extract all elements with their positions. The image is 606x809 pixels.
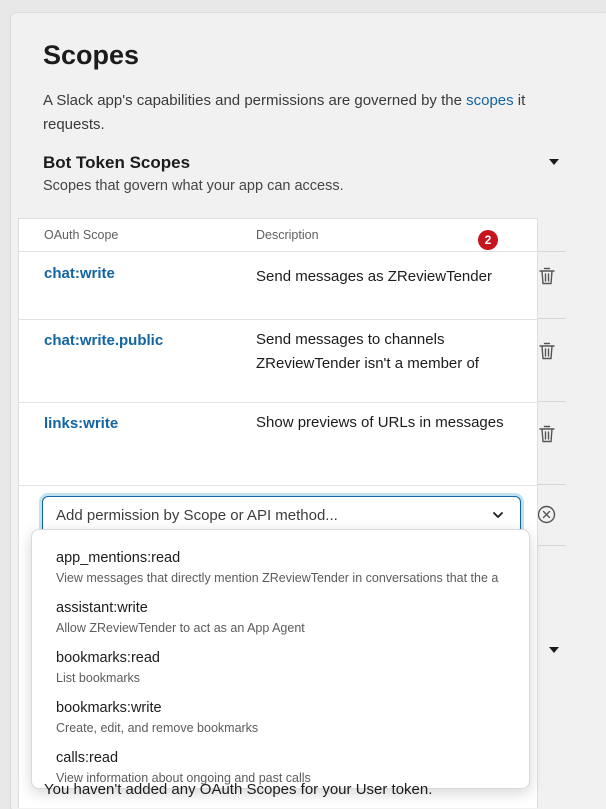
- user-scopes-empty-text: You haven't added any OAuth Scopes for y…: [44, 781, 433, 798]
- scope-option[interactable]: app_mentions:read View messages that dir…: [32, 530, 529, 585]
- step-badge: 2: [478, 230, 498, 250]
- intro-text: A Slack app's capabilities and permissio…: [43, 92, 467, 109]
- chevron-down-icon[interactable]: [492, 509, 504, 521]
- column-header-scope: OAuth Scope: [44, 228, 119, 242]
- collapse-bot-scopes-caret-icon[interactable]: [549, 159, 559, 165]
- trash-icon[interactable]: [539, 342, 555, 360]
- scopes-link[interactable]: scopes: [466, 92, 514, 109]
- scope-option-name: assistant:write: [56, 600, 148, 616]
- row-divider: [536, 484, 566, 485]
- scope-name[interactable]: chat:write: [44, 265, 115, 282]
- row-divider: [19, 319, 538, 320]
- header-divider: [19, 251, 538, 252]
- add-permission-placeholder: Add permission by Scope or API method...: [56, 507, 338, 524]
- scopes-intro: A Slack app's capabilities and permissio…: [43, 89, 553, 137]
- scope-description: Send messages as ZReviewTender: [256, 268, 492, 285]
- scope-option-name: calls:read: [56, 750, 119, 766]
- scope-description: Send messages to channels ZReviewTender …: [256, 331, 479, 372]
- scope-option[interactable]: bookmarks:write Create, edit, and remove…: [32, 680, 529, 735]
- collapse-user-scopes-caret-icon[interactable]: [549, 647, 559, 653]
- scope-option-name: bookmarks:read: [56, 650, 160, 666]
- scope-options-dropdown: app_mentions:read View messages that dir…: [31, 529, 530, 789]
- row-divider: [536, 401, 566, 402]
- trash-icon[interactable]: [539, 267, 555, 285]
- row-divider: [19, 485, 538, 486]
- row-divider: [536, 318, 566, 319]
- row-divider: [536, 545, 566, 546]
- bot-token-scopes-title: Bot Token Scopes: [43, 153, 191, 172]
- clear-icon[interactable]: [537, 505, 556, 524]
- scope-option[interactable]: calls:read View information about ongoin…: [32, 730, 529, 785]
- scope-option-name: app_mentions:read: [56, 550, 181, 566]
- row-divider: [536, 251, 566, 252]
- page-title: Scopes: [43, 40, 140, 70]
- scope-option[interactable]: bookmarks:read List bookmarks: [32, 630, 529, 685]
- trash-icon[interactable]: [539, 425, 555, 443]
- scope-description: Show previews of URLs in messages: [256, 414, 504, 431]
- scope-name[interactable]: chat:write.public: [44, 332, 163, 349]
- scope-option-name: bookmarks:write: [56, 700, 162, 716]
- bot-token-scopes-subtitle: Scopes that govern what your app can acc…: [43, 178, 344, 194]
- row-divider: [19, 402, 538, 403]
- scope-option[interactable]: assistant:write Allow ZReviewTender to a…: [32, 580, 529, 635]
- column-header-description: Description: [256, 228, 319, 242]
- scope-name[interactable]: links:write: [44, 415, 118, 432]
